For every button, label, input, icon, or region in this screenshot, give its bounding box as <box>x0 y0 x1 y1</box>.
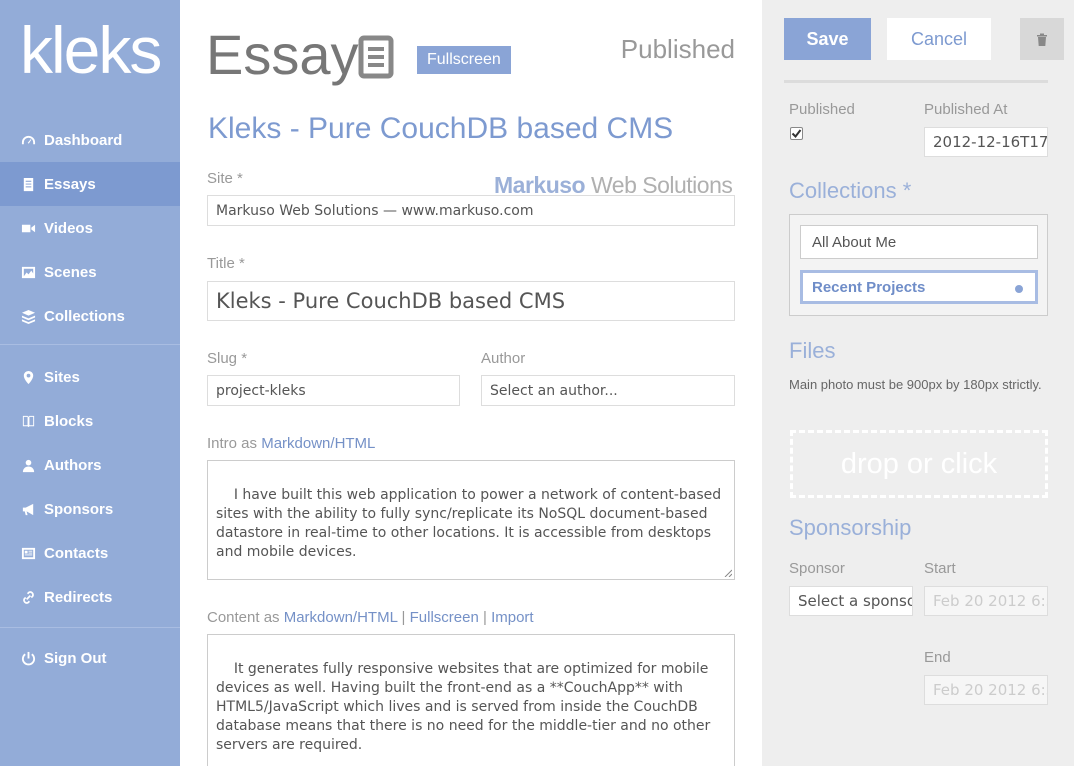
sidebar-item-label: Essays <box>44 175 96 193</box>
save-button[interactable]: Save <box>784 18 871 60</box>
collection-item-selected[interactable]: Recent Projects <box>800 270 1038 304</box>
author-select[interactable]: Select an author... <box>481 375 735 406</box>
sponsor-label: Sponsor <box>789 560 845 577</box>
start-date-input[interactable]: Feb 20 2012 6:30 <box>924 586 1048 616</box>
megaphone-icon <box>20 501 36 517</box>
collections-list: All About Me Recent Projects <box>789 214 1048 316</box>
file-dropzone[interactable]: drop or click <box>790 430 1048 498</box>
content-markdown-link[interactable]: Markdown/HTML <box>284 609 398 626</box>
start-label: Start <box>924 560 956 577</box>
sidebar-item-sign-out[interactable]: Sign Out <box>0 636 180 680</box>
intro-text: I have built this web application to pow… <box>216 487 726 560</box>
intro-label-text: Intro as <box>207 435 258 452</box>
content-link-separator: | <box>482 609 487 626</box>
collection-item-label: Recent Projects <box>812 278 926 296</box>
sidebar-item-label: Redirects <box>44 588 113 606</box>
sidebar-item-redirects[interactable]: Redirects <box>0 575 180 619</box>
title-label: Title * <box>207 255 245 272</box>
content-import-link[interactable]: Import <box>491 609 534 626</box>
document-icon <box>358 35 394 79</box>
app-logo[interactable]: kleks <box>20 10 162 90</box>
published-label: Published <box>789 101 855 118</box>
sidebar-item-label: Collections <box>44 307 125 325</box>
side-panel: Save Cancel Published Published At 2012-… <box>762 0 1074 766</box>
nav-group-account: Sign Out <box>0 636 180 680</box>
content-link-separator: | <box>401 609 406 626</box>
map-pin-icon <box>20 369 36 385</box>
content-fullscreen-link[interactable]: Fullscreen <box>410 609 479 626</box>
document-icon <box>20 176 36 192</box>
sidebar-item-label: Dashboard <box>44 131 123 149</box>
sidebar-item-label: Blocks <box>44 412 94 430</box>
files-heading: Files <box>789 338 836 363</box>
main-content: Essay Fullscreen Published Kleks - Pure … <box>180 0 762 766</box>
intro-textarea[interactable]: I have built this web application to pow… <box>207 460 735 580</box>
published-at-input[interactable]: 2012-12-16T17:36 <box>924 127 1048 157</box>
panel-divider <box>784 80 1048 83</box>
video-icon <box>20 220 36 236</box>
sidebar-item-videos[interactable]: Videos <box>0 206 180 250</box>
nav-group-content: Dashboard Essays Videos Scenes Collectio… <box>0 118 180 338</box>
checkmark-icon <box>791 129 802 139</box>
book-icon <box>20 413 36 429</box>
sponsor-select[interactable]: Select a sponsor... <box>789 586 913 616</box>
sidebar-divider <box>0 627 180 628</box>
contacts-icon <box>20 545 36 561</box>
content-label: Content as Markdown/HTML | Fullscreen | … <box>207 609 534 626</box>
sidebar-item-label: Sponsors <box>44 500 114 518</box>
sidebar-item-collections[interactable]: Collections <box>0 294 180 338</box>
resize-grip-icon[interactable] <box>724 569 732 577</box>
slug-input[interactable]: project-kleks <box>207 375 460 406</box>
sidebar: kleks Dashboard Essays Videos Scenes Col… <box>0 0 180 766</box>
link-icon <box>20 589 36 605</box>
sidebar-item-label: Authors <box>44 456 102 474</box>
site-label: Site * <box>207 170 243 187</box>
intro-label: Intro as Markdown/HTML <box>207 435 375 452</box>
dashboard-icon <box>20 132 36 148</box>
power-icon <box>20 650 36 666</box>
user-icon <box>20 457 36 473</box>
sidebar-item-contacts[interactable]: Contacts <box>0 531 180 575</box>
sidebar-item-sponsors[interactable]: Sponsors <box>0 487 180 531</box>
document-title: Kleks - Pure CouchDB based CMS <box>208 112 674 145</box>
content-textarea[interactable]: It generates fully responsive websites t… <box>207 634 735 766</box>
image-icon <box>20 264 36 280</box>
sidebar-item-label: Videos <box>44 219 93 237</box>
sidebar-item-label: Scenes <box>44 263 97 281</box>
sidebar-item-sites[interactable]: Sites <box>0 355 180 399</box>
slug-label: Slug * <box>207 350 248 367</box>
sidebar-item-essays[interactable]: Essays <box>0 162 180 206</box>
sidebar-item-label: Sign Out <box>44 649 107 667</box>
page-title: Essay <box>206 23 359 86</box>
publish-status: Published <box>620 34 735 64</box>
published-checkbox[interactable] <box>790 127 803 140</box>
content-text: It generates fully responsive websites t… <box>216 661 711 753</box>
site-select[interactable]: Markuso Web Solutions — www.markuso.com <box>207 195 735 226</box>
content-label-text: Content as <box>207 609 280 626</box>
sidebar-item-dashboard[interactable]: Dashboard <box>0 118 180 162</box>
sponsorship-heading: Sponsorship <box>789 515 912 540</box>
stack-icon <box>20 308 36 324</box>
title-input[interactable]: Kleks - Pure CouchDB based CMS <box>207 281 735 321</box>
files-hint: Main photo must be 900px by 180px strict… <box>789 377 1042 392</box>
sidebar-divider <box>0 344 180 345</box>
end-label: End <box>924 649 951 666</box>
sidebar-item-scenes[interactable]: Scenes <box>0 250 180 294</box>
nav-group-settings: Sites Blocks Authors Sponsors Contacts R… <box>0 355 180 619</box>
published-at-label: Published At <box>924 101 1008 118</box>
collections-heading: Collections * <box>789 178 912 203</box>
intro-markdown-link[interactable]: Markdown/HTML <box>261 435 375 452</box>
delete-button[interactable] <box>1020 18 1064 60</box>
sidebar-item-blocks[interactable]: Blocks <box>0 399 180 443</box>
sidebar-item-label: Contacts <box>44 544 109 562</box>
collection-item[interactable]: All About Me <box>800 225 1038 259</box>
cancel-button[interactable]: Cancel <box>887 18 991 60</box>
fullscreen-button[interactable]: Fullscreen <box>417 46 511 74</box>
trash-icon <box>1037 33 1047 46</box>
end-date-input[interactable]: Feb 20 2012 6:30 <box>924 675 1048 705</box>
selected-dot-icon <box>1015 285 1023 293</box>
author-label: Author <box>481 350 526 367</box>
sidebar-item-authors[interactable]: Authors <box>0 443 180 487</box>
sidebar-item-label: Sites <box>44 368 80 386</box>
